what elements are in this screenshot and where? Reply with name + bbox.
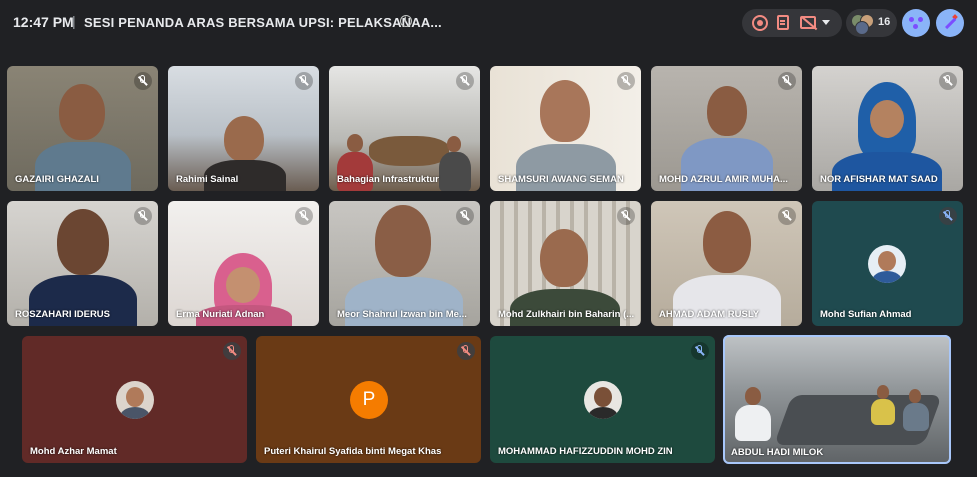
meeting-table bbox=[369, 136, 449, 166]
mic-muted-icon bbox=[617, 72, 635, 90]
participant-figure bbox=[707, 86, 747, 136]
participant-figure bbox=[832, 152, 942, 191]
participant-figure bbox=[745, 387, 761, 405]
participant-figure bbox=[877, 385, 889, 399]
profile-avatar bbox=[868, 245, 906, 283]
mic-muted-icon bbox=[939, 72, 957, 90]
participant-figure bbox=[57, 209, 109, 275]
participant-figure bbox=[703, 211, 751, 273]
participant-figure bbox=[871, 399, 895, 425]
mic-muted-icon bbox=[134, 72, 152, 90]
notes-document-icon[interactable] bbox=[777, 15, 789, 30]
participant-figure bbox=[909, 389, 921, 403]
participant-tile-active-speaker[interactable]: ABDUL HADI MILOK bbox=[723, 335, 951, 464]
participant-name: Meor Shahrul Izwan bin Me... bbox=[337, 309, 467, 320]
mic-muted-icon bbox=[456, 207, 474, 225]
participant-figure bbox=[735, 405, 771, 441]
mic-muted-icon bbox=[457, 342, 475, 360]
mic-muted-icon bbox=[223, 342, 241, 360]
participants-avatars-icon bbox=[851, 14, 875, 35]
participant-count: 16 bbox=[878, 16, 891, 28]
activities-button[interactable] bbox=[902, 9, 930, 37]
recording-icon[interactable] bbox=[752, 15, 768, 31]
participant-figure bbox=[59, 84, 105, 140]
participant-name: NOR AFISHAR MAT SAAD bbox=[820, 174, 938, 185]
participant-name: MOHAMMAD HAFIZZUDDIN MOHD ZIN bbox=[498, 446, 673, 457]
mic-muted-icon bbox=[617, 207, 635, 225]
mic-muted-icon bbox=[691, 342, 709, 360]
participant-figure bbox=[226, 267, 260, 303]
participant-name: Erma Nuriati Adnan bbox=[176, 309, 265, 320]
participant-name: ROSZAHARI IDERUS bbox=[15, 309, 111, 320]
participants-button[interactable]: 16 bbox=[846, 9, 897, 37]
participant-figure bbox=[375, 205, 431, 277]
participant-tile[interactable]: Bahagian Infrastruktur bbox=[329, 66, 480, 191]
clock-time: 12:47 PM bbox=[13, 14, 74, 30]
participant-tile[interactable]: Meor Shahrul Izwan bin Me... bbox=[329, 201, 480, 326]
participant-tile[interactable]: AHMAD ADAM RUSLY bbox=[651, 201, 802, 326]
mic-muted-icon bbox=[778, 207, 796, 225]
participant-figure bbox=[224, 116, 264, 162]
participant-tile[interactable]: MOHAMMAD HAFIZZUDDIN MOHD ZIN bbox=[490, 336, 715, 463]
participant-figure bbox=[337, 152, 373, 191]
mic-muted-icon bbox=[134, 207, 152, 225]
title-separator: | bbox=[72, 13, 76, 29]
mic-muted-icon bbox=[295, 207, 313, 225]
participant-name: Rahimi Sainal bbox=[176, 174, 239, 185]
participant-name: AHMAD ADAM RUSLY bbox=[659, 309, 760, 320]
participant-tile[interactable]: GAZAIRI GHAZALI bbox=[7, 66, 158, 191]
participant-figure bbox=[439, 152, 471, 191]
captions-off-icon[interactable] bbox=[800, 16, 816, 29]
chevron-down-icon[interactable] bbox=[822, 20, 830, 25]
participant-name: SHAMSURI AWANG SEMAN bbox=[498, 174, 624, 185]
magic-wand-button[interactable] bbox=[936, 9, 964, 37]
mic-muted-icon bbox=[939, 207, 957, 225]
letter-avatar: P bbox=[350, 381, 388, 419]
participant-name: Bahagian Infrastruktur bbox=[337, 174, 439, 185]
participant-name: GAZAIRI GHAZALI bbox=[15, 174, 99, 185]
host-controls-pill bbox=[742, 9, 842, 37]
profile-avatar bbox=[116, 381, 154, 419]
participant-figure bbox=[540, 80, 590, 142]
participant-figure bbox=[540, 229, 588, 287]
participant-tile[interactable]: Mohd Sufian Ahmad bbox=[812, 201, 963, 326]
participant-tile[interactable]: Mohd Zulkhairi bin Baharin (... bbox=[490, 201, 641, 326]
participant-tile[interactable]: ROSZAHARI IDERUS bbox=[7, 201, 158, 326]
mic-muted-icon bbox=[456, 72, 474, 90]
meeting-title: SESI PENANDA ARAS BERSAMA UPSI: PELAKSAN… bbox=[84, 15, 442, 30]
participant-figure bbox=[510, 289, 620, 326]
participant-name: Mohd Azhar Mamat bbox=[30, 446, 117, 457]
participant-tile[interactable]: MOHD AZRUL AMIR MUHA... bbox=[651, 66, 802, 191]
mic-muted-icon bbox=[295, 72, 313, 90]
top-bar: 12:47 PM | SESI PENANDA ARAS BERSAMA UPS… bbox=[0, 0, 977, 46]
participant-name: Puteri Khairul Syafida binti Megat Khas bbox=[264, 446, 442, 457]
participant-figure bbox=[447, 136, 461, 152]
participant-name: ABDUL HADI MILOK bbox=[731, 447, 824, 458]
participant-tile[interactable]: Erma Nuriati Adnan bbox=[168, 201, 319, 326]
participant-figure bbox=[347, 134, 363, 152]
profile-avatar bbox=[584, 381, 622, 419]
mic-muted-icon bbox=[778, 72, 796, 90]
participant-figure bbox=[903, 403, 929, 431]
participant-name: MOHD AZRUL AMIR MUHA... bbox=[659, 174, 788, 185]
participant-tile[interactable]: P Puteri Khairul Syafida binti Megat Kha… bbox=[256, 336, 481, 463]
participant-tile[interactable]: SHAMSURI AWANG SEMAN bbox=[490, 66, 641, 191]
info-icon[interactable] bbox=[400, 14, 412, 27]
participant-tile[interactable]: NOR AFISHAR MAT SAAD bbox=[812, 66, 963, 191]
participant-tile[interactable]: Mohd Azhar Mamat bbox=[22, 336, 247, 463]
participant-figure bbox=[870, 100, 904, 138]
participant-name: Mohd Sufian Ahmad bbox=[820, 309, 912, 320]
participant-name: Mohd Zulkhairi bin Baharin (... bbox=[498, 309, 635, 320]
participant-tile[interactable]: Rahimi Sainal bbox=[168, 66, 319, 191]
